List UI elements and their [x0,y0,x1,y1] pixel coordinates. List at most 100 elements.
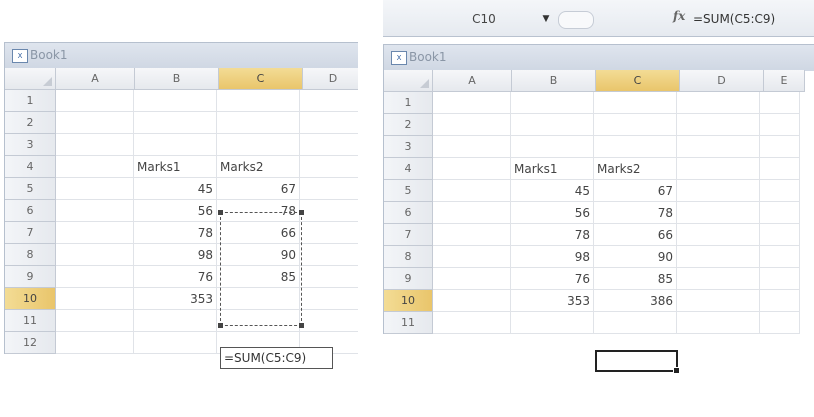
cell-b2[interactable] [511,114,594,136]
insert-function-icon[interactable]: fx [673,9,685,23]
cell-d3[interactable] [300,134,358,156]
cell-c7[interactable]: 66 [594,224,677,246]
cell-d9[interactable] [300,266,358,288]
cell-a9[interactable] [56,266,134,288]
cell-a5[interactable] [433,180,511,202]
cell-d7[interactable] [677,224,760,246]
cell-b11[interactable] [134,310,217,332]
row-header-11[interactable]: 11 [5,310,56,332]
cell-a10[interactable] [433,290,511,312]
cell-d1[interactable] [677,92,760,114]
formula-cancel-enter-buttons[interactable] [558,11,594,29]
in-cell-formula-editor[interactable]: =SUM(C5:C9) [220,347,333,369]
row-header-1[interactable]: 1 [384,92,433,114]
row-header-3[interactable]: 3 [384,136,433,158]
cell-b1[interactable] [134,90,217,112]
cell-a7[interactable] [433,224,511,246]
cell-d11[interactable] [300,310,358,332]
cell-a11[interactable] [433,312,511,334]
column-header-a[interactable]: A [433,70,512,92]
cell-e4[interactable] [760,158,800,180]
cell-e7[interactable] [760,224,800,246]
cell-b1[interactable] [511,92,594,114]
column-header-d[interactable]: D [680,70,764,92]
cell-d10[interactable] [300,288,358,310]
row-header-1[interactable]: 1 [5,90,56,112]
row-header-7[interactable]: 7 [5,222,56,244]
cell-d6[interactable] [300,200,358,222]
cell-b5[interactable]: 45 [134,178,217,200]
cell-a9[interactable] [433,268,511,290]
select-all-corner[interactable] [5,68,56,90]
cell-d10[interactable] [677,290,760,312]
name-box[interactable]: C10 [429,10,539,28]
cell-a3[interactable] [433,136,511,158]
cell-b7[interactable]: 78 [511,224,594,246]
active-cell-c10[interactable] [595,350,680,374]
cell-c9[interactable]: 85 [594,268,677,290]
cell-c1[interactable] [217,90,300,112]
formula-input[interactable]: =SUM(C5:C9) [693,10,775,28]
cell-e2[interactable] [760,114,800,136]
row-header-2[interactable]: 2 [384,114,433,136]
cell-d2[interactable] [300,112,358,134]
cell-a4[interactable] [433,158,511,180]
cell-c2[interactable] [217,112,300,134]
cell-a1[interactable] [433,92,511,114]
cell-c11[interactable] [594,312,677,334]
cell-d1[interactable] [300,90,358,112]
cell-a5[interactable] [56,178,134,200]
row-header-6[interactable]: 6 [5,200,56,222]
cell-e10[interactable] [760,290,800,312]
column-header-a[interactable]: A [56,68,135,90]
column-header-e[interactable]: E [764,70,805,92]
cell-b5[interactable]: 45 [511,180,594,202]
cell-a2[interactable] [433,114,511,136]
column-header-c[interactable]: C [219,68,303,90]
cell-c5[interactable]: 67 [594,180,677,202]
cell-b3[interactable] [511,136,594,158]
column-header-b[interactable]: B [135,68,219,90]
cell-a8[interactable] [433,246,511,268]
cell-e6[interactable] [760,202,800,224]
cell-e8[interactable] [760,246,800,268]
row-header-2[interactable]: 2 [5,112,56,134]
cell-e9[interactable] [760,268,800,290]
row-header-3[interactable]: 3 [5,134,56,156]
cell-d8[interactable] [300,244,358,266]
cell-c10[interactable]: 386 [594,290,677,312]
row-header-10[interactable]: 10 [5,288,56,310]
row-header-5[interactable]: 5 [384,180,433,202]
row-header-9[interactable]: 9 [384,268,433,290]
cell-d8[interactable] [677,246,760,268]
cell-b2[interactable] [134,112,217,134]
cell-e11[interactable] [760,312,800,334]
cell-c1[interactable] [594,92,677,114]
row-header-9[interactable]: 9 [5,266,56,288]
cell-d3[interactable] [677,136,760,158]
cell-e5[interactable] [760,180,800,202]
cell-a4[interactable] [56,156,134,178]
cell-b4[interactable]: Marks1 [134,156,217,178]
cell-d11[interactable] [677,312,760,334]
column-header-d[interactable]: D [303,68,358,90]
row-header-8[interactable]: 8 [5,244,56,266]
column-header-b[interactable]: B [512,70,596,92]
row-header-4[interactable]: 4 [5,156,56,178]
cell-a2[interactable] [56,112,134,134]
cell-b10[interactable]: 353 [134,288,217,310]
row-header-10[interactable]: 10 [384,290,433,312]
cell-c4[interactable]: Marks2 [217,156,300,178]
cell-a10[interactable] [56,288,134,310]
cell-c8[interactable]: 90 [594,246,677,268]
cell-b9[interactable]: 76 [134,266,217,288]
row-header-7[interactable]: 7 [384,224,433,246]
cell-d9[interactable] [677,268,760,290]
cell-a12[interactable] [56,332,134,354]
cell-c6[interactable]: 78 [594,202,677,224]
column-header-c[interactable]: C [596,70,680,92]
row-header-6[interactable]: 6 [384,202,433,224]
cell-c3[interactable] [594,136,677,158]
row-header-11[interactable]: 11 [384,312,433,334]
cell-d6[interactable] [677,202,760,224]
